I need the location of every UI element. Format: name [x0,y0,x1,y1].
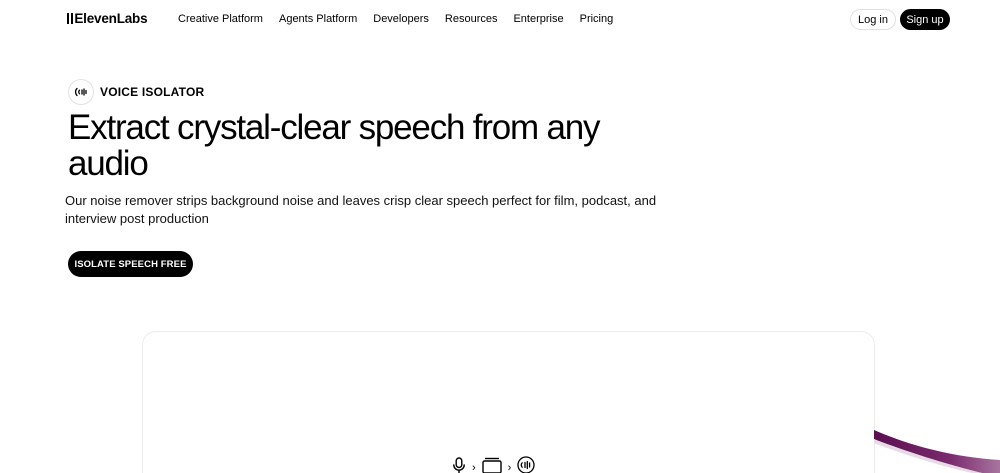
nav-link-developers[interactable]: Developers [373,13,429,25]
login-button[interactable]: Log in [850,9,896,30]
page-title: Extract crystal-clear speech from any au… [68,108,601,183]
sound-wave-icon [517,456,535,473]
nav-link-pricing[interactable]: Pricing [580,13,614,25]
microphone-icon [452,456,466,473]
isolate-speech-button[interactable]: ISOLATE SPEECH FREE [68,251,193,277]
decorative-swoosh [874,430,1000,473]
sound-wave-icon [68,79,94,105]
product-badge-label: VOICE ISOLATOR [100,85,205,99]
nav-link-creative-platform[interactable]: Creative Platform [178,13,263,25]
logo-text: ElevenLabs [74,11,148,26]
nav-link-resources[interactable]: Resources [445,13,498,25]
top-navigation: ElevenLabs Creative Platform Agents Plat… [0,0,1000,38]
page-subtitle: Our noise remover strips background nois… [65,193,657,226]
demo-flow: › › [452,456,535,473]
demo-card [142,331,875,473]
logo-bars-icon [67,13,74,24]
nav-link-agents-platform[interactable]: Agents Platform [279,13,357,25]
nav-link-enterprise[interactable]: Enterprise [513,13,563,25]
chevron-right-icon: › [472,461,476,473]
window-icon [481,457,502,473]
chevron-right-icon: › [507,461,512,473]
nav-links: Creative Platform Agents Platform Develo… [178,13,613,25]
logo-link[interactable]: ElevenLabs [67,11,148,26]
signup-button[interactable]: Sign up [900,9,950,30]
